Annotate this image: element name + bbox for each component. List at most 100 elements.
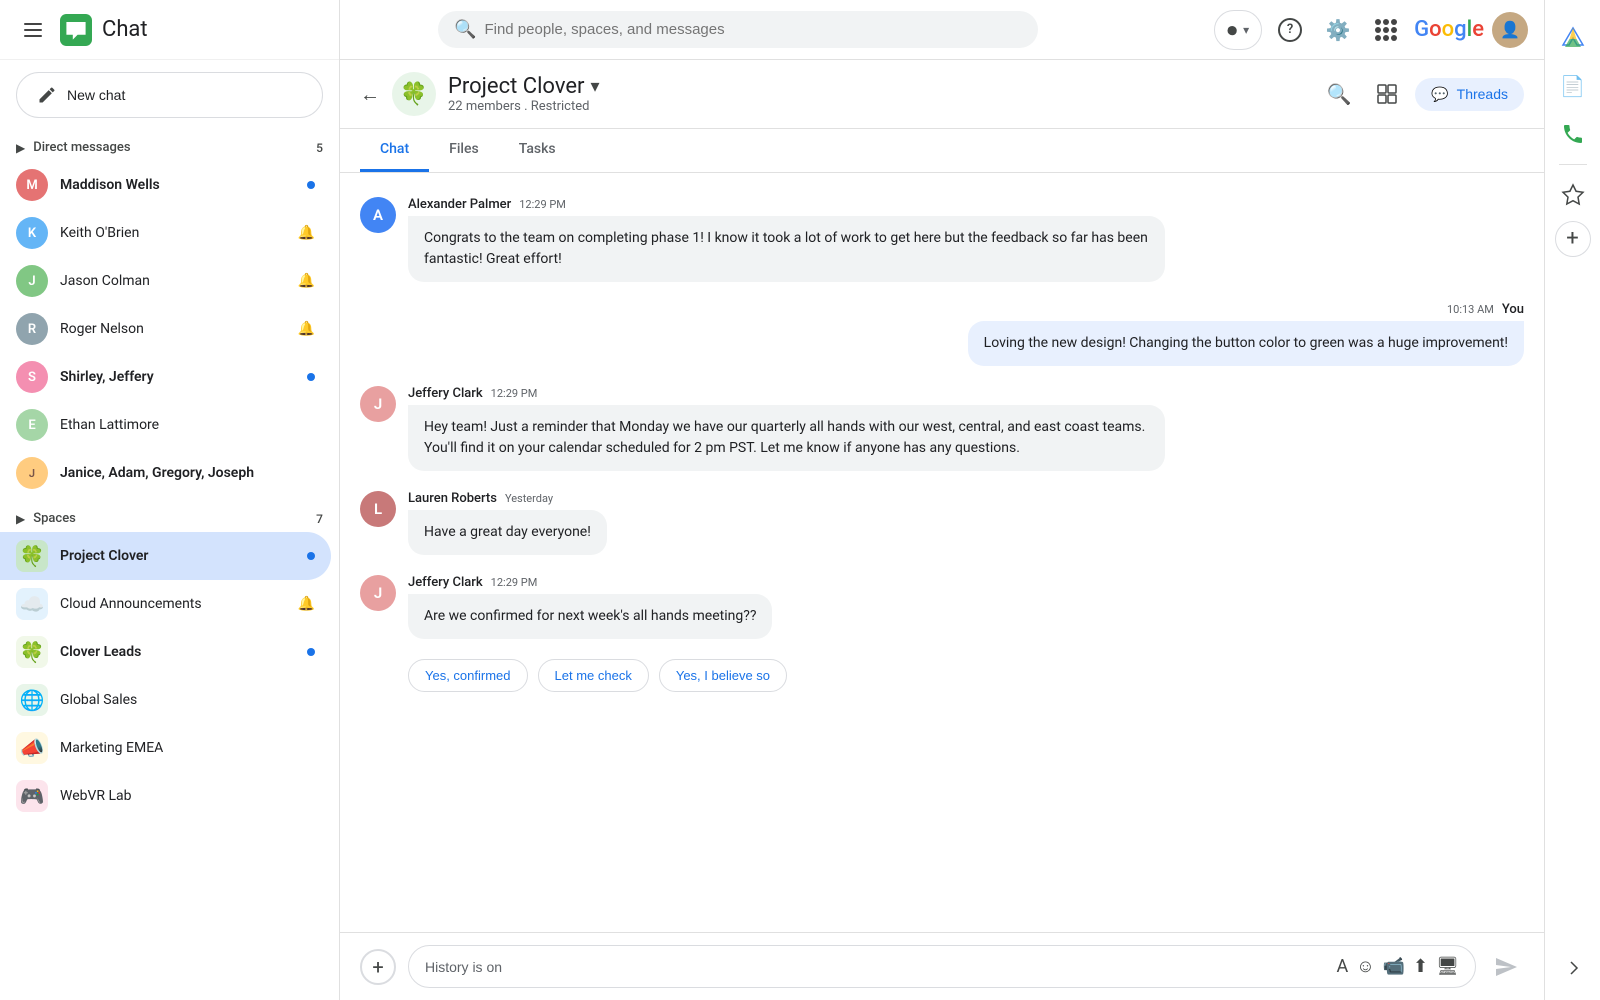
google-docs-icon: 📄: [1560, 74, 1585, 98]
chat-header: ← 🍀 Project Clover ▾ 22 members . Restri…: [340, 60, 1544, 129]
emoji-icon[interactable]: ☺: [1356, 956, 1374, 977]
user-avatar[interactable]: 👤: [1492, 12, 1528, 48]
back-button[interactable]: ←: [360, 82, 380, 107]
marketing-emea-name: Marketing EMEA: [60, 740, 315, 756]
search-bar: 🔍: [438, 11, 1038, 48]
chat-title-dropdown[interactable]: ▾: [590, 76, 599, 97]
sidebar-item-project-clover[interactable]: 🍀 Project Clover: [0, 532, 331, 580]
upload-icon[interactable]: ⬆: [1413, 956, 1428, 977]
sidebar-item-jason[interactable]: J Jason Colman 🔔: [0, 257, 331, 305]
record-button[interactable]: ⏺ ▾: [1214, 10, 1262, 50]
topbar-right: ⏺ ▾ ? ⚙️: [1214, 10, 1528, 50]
collapse-panel[interactable]: [1561, 956, 1585, 992]
sidebar-item-maddison[interactable]: M Maddison Wells: [0, 161, 331, 209]
quick-reply-yes-i-believe[interactable]: Yes, I believe so: [659, 659, 787, 692]
google-drive-button[interactable]: [1551, 16, 1595, 60]
chat-messages: A Alexander Palmer 12:29 PM Congrats to …: [340, 173, 1544, 932]
google-meet-button[interactable]: [1551, 112, 1595, 156]
menu-button[interactable]: [16, 15, 50, 45]
chat-info: Project Clover ▾ 22 members . Restricted: [448, 74, 600, 114]
webvr-lab-name: WebVR Lab: [60, 788, 315, 804]
global-sales-icon: 🌐: [16, 684, 48, 716]
avatar-image: 👤: [1500, 20, 1520, 39]
search-input-wrap[interactable]: 🔍: [438, 11, 1038, 48]
input-icons: A ☺ 📹 ⬆ 🖥: [1336, 956, 1459, 977]
bookmark-button[interactable]: [1551, 173, 1595, 217]
jeffery2-avatar: J: [360, 575, 396, 611]
layout-button[interactable]: [1367, 74, 1407, 114]
you-time: 10:13 AM: [1447, 303, 1494, 316]
sidebar-item-ethan[interactable]: E Ethan Lattimore: [0, 401, 331, 449]
shirley-name: Shirley, Jeffery: [60, 369, 295, 385]
apps-icon: [1375, 19, 1397, 41]
sidebar-item-webvr-lab[interactable]: 🎮 WebVR Lab: [0, 772, 331, 820]
lauren-avatar: L: [360, 491, 396, 527]
chat-header-actions: 🔍 💬 Threads: [1319, 74, 1524, 114]
jeffery-time: 12:29 PM: [491, 387, 538, 400]
maddison-avatar: M: [16, 169, 48, 201]
add-attachment-button[interactable]: +: [360, 949, 396, 985]
settings-button[interactable]: ⚙️: [1318, 10, 1358, 50]
sidebar: Chat New chat ▶ Direct messages 5 M Madd…: [0, 0, 340, 1000]
help-button[interactable]: ?: [1270, 10, 1310, 50]
direct-messages-label: Direct messages: [33, 140, 130, 155]
lauren-meta: Lauren Roberts Yesterday: [408, 491, 607, 506]
alexander-sender: Alexander Palmer: [408, 197, 511, 212]
video-icon[interactable]: 📹: [1383, 956, 1405, 977]
sidebar-item-shirley[interactable]: S Shirley, Jeffery: [0, 353, 331, 401]
quick-reply-let-me-check[interactable]: Let me check: [538, 659, 649, 692]
sidebar-item-global-sales[interactable]: 🌐 Global Sales: [0, 676, 331, 724]
tab-tasks[interactable]: Tasks: [499, 129, 576, 172]
keith-avatar: K: [16, 217, 48, 249]
screen-share-icon[interactable]: 🖥: [1436, 956, 1459, 977]
chat-search-button[interactable]: 🔍: [1319, 74, 1359, 114]
sidebar-header: Chat: [0, 0, 339, 60]
search-icon: 🔍: [454, 19, 476, 40]
google-docs-button[interactable]: 📄: [1551, 64, 1595, 108]
cloud-icon: ☁️: [16, 588, 48, 620]
roger-name: Roger Nelson: [60, 321, 286, 337]
add-app-button[interactable]: +: [1555, 221, 1591, 257]
send-button[interactable]: [1488, 949, 1524, 985]
alexander-message: Alexander Palmer 12:29 PM Congrats to th…: [408, 197, 1165, 282]
cloud-bell: 🔔: [298, 596, 315, 612]
jason-name: Jason Colman: [60, 273, 286, 289]
tab-files[interactable]: Files: [429, 129, 499, 172]
sidebar-item-marketing-emea[interactable]: 📣 Marketing EMEA: [0, 724, 331, 772]
lauren-message: Lauren Roberts Yesterday Have a great da…: [408, 491, 607, 555]
topbar: 🔍 ⏺ ▾ ? ⚙️: [340, 0, 1544, 60]
settings-icon: ⚙️: [1326, 18, 1351, 42]
jeffery2-time: 12:29 PM: [491, 576, 538, 589]
jeffery-meta: Jeffery Clark 12:29 PM: [408, 386, 1165, 401]
new-chat-button[interactable]: New chat: [16, 72, 323, 118]
sidebar-item-keith[interactable]: K Keith O'Brien 🔔: [0, 209, 331, 257]
sidebar-item-clover-leads[interactable]: 🍀 Clover Leads: [0, 628, 331, 676]
jeffery2-message: Jeffery Clark 12:29 PM Are we confirmed …: [408, 575, 772, 639]
spaces-section: ▶ Spaces 7 🍀 Project Clover ☁️ Cloud Ann…: [0, 501, 339, 824]
threads-button[interactable]: 💬 Threads: [1415, 78, 1524, 111]
apps-button[interactable]: [1366, 10, 1406, 50]
direct-messages-header[interactable]: ▶ Direct messages 5: [0, 134, 339, 161]
sidebar-item-cloud-announcements[interactable]: ☁️ Cloud Announcements 🔔: [0, 580, 331, 628]
phone-icon: [1561, 122, 1585, 146]
shirley-avatar: S: [16, 361, 48, 393]
spaces-header[interactable]: ▶ Spaces 7: [0, 505, 339, 532]
message-input-wrap[interactable]: A ☺ 📹 ⬆ 🖥: [408, 945, 1476, 988]
chevron-right-icon: [1561, 956, 1585, 980]
table-row: L Lauren Roberts Yesterday Have a great …: [360, 491, 1524, 555]
maddison-unread: [307, 181, 315, 189]
message-input[interactable]: [425, 959, 1328, 975]
project-clover-name: Project Clover: [60, 548, 295, 564]
app-title: Chat: [102, 17, 148, 42]
roger-avatar: R: [16, 313, 48, 345]
chat-logo: [60, 14, 92, 46]
group-avatar: 🍀: [392, 72, 436, 116]
tab-chat[interactable]: Chat: [360, 129, 429, 172]
quick-reply-yes-confirmed[interactable]: Yes, confirmed: [408, 659, 528, 692]
search-input[interactable]: [484, 21, 1022, 38]
format-text-icon[interactable]: A: [1336, 956, 1348, 977]
table-row: J Jeffery Clark 12:29 PM Hey team! Just …: [360, 386, 1524, 471]
sidebar-item-janice[interactable]: J Janice, Adam, Gregory, Joseph: [0, 449, 331, 497]
sidebar-item-roger[interactable]: R Roger Nelson 🔔: [0, 305, 331, 353]
cloud-announcements-name: Cloud Announcements: [60, 596, 286, 612]
